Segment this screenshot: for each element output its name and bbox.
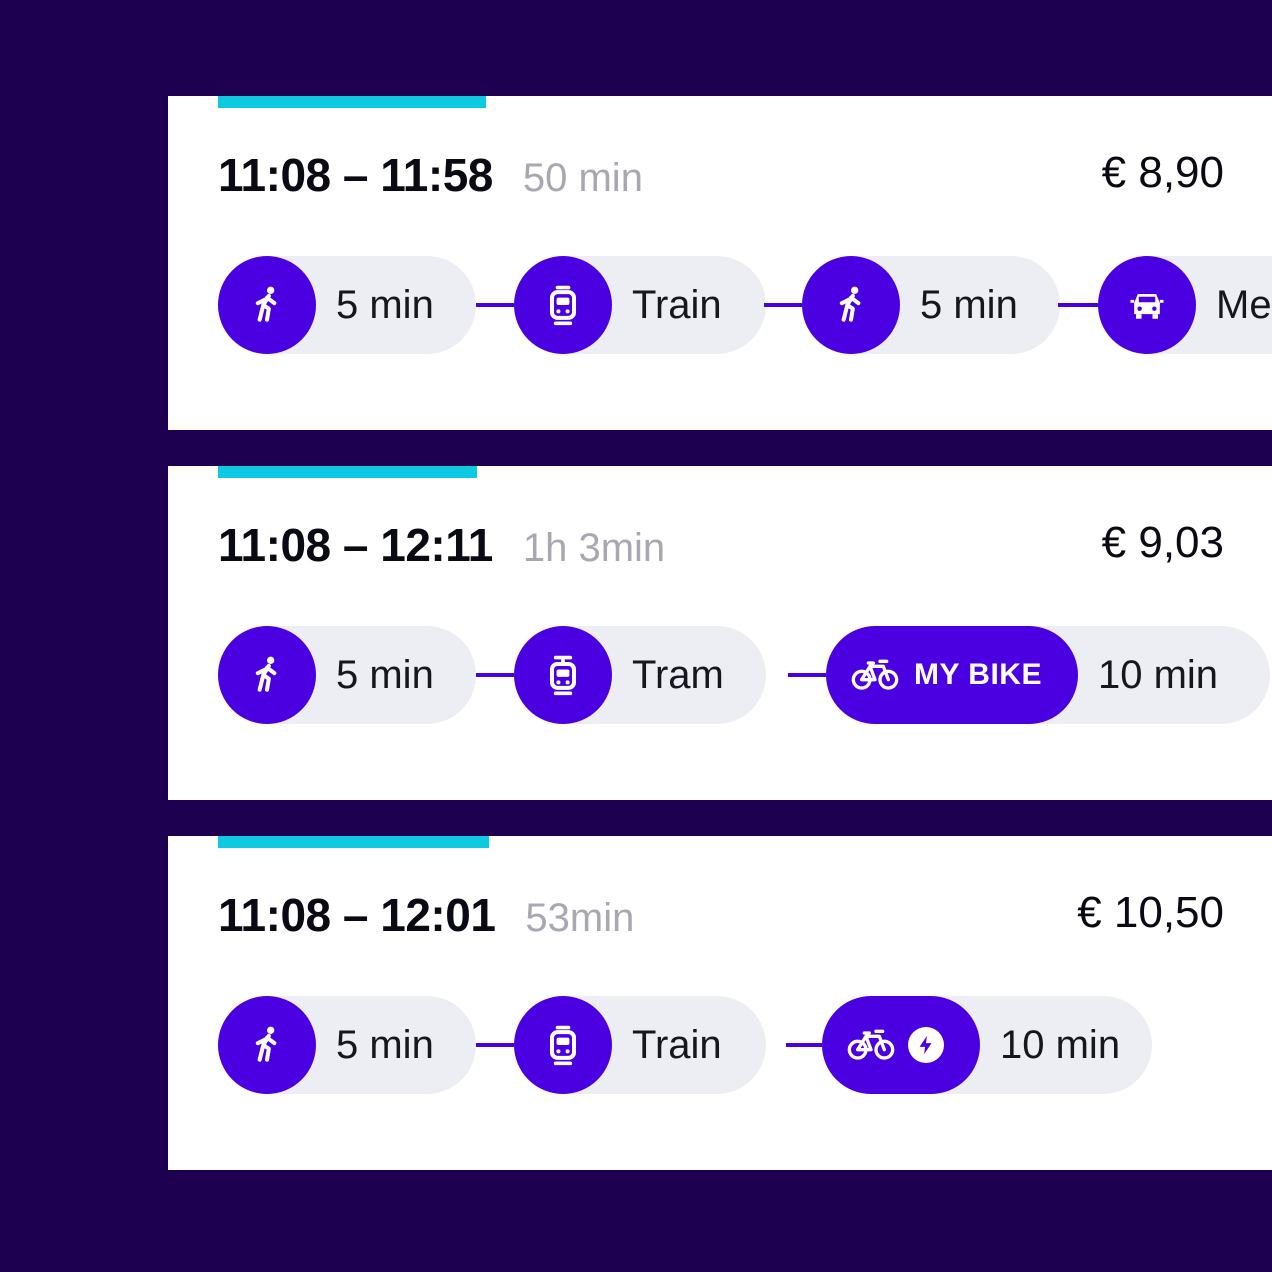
leg-ebike: 10 min: [822, 996, 1152, 1094]
leg-label: 5 min: [336, 1022, 434, 1067]
ebike-badge: [822, 996, 980, 1094]
leg-metro: Metro: [1098, 256, 1272, 354]
journey-card-1[interactable]: 11:08 – 11:58 50 min € 8,90 5 min Train …: [168, 96, 1272, 430]
leg-label: 5 min: [336, 282, 434, 327]
leg-connector: [764, 303, 804, 307]
leg-connector: [788, 673, 830, 677]
journey-card-2[interactable]: 11:08 – 12:11 1h 3min € 9,03 5 min Tram …: [168, 466, 1272, 800]
leg-walk: 5 min: [218, 996, 476, 1094]
time-range: 11:08 – 11:58: [218, 149, 493, 201]
bike-icon: [850, 653, 900, 698]
leg-label: Train: [632, 282, 722, 327]
bike-brand-badge: MY BIKE: [826, 626, 1078, 724]
journey-duration: 1h 3min: [522, 526, 666, 570]
walk-icon: [802, 256, 900, 354]
journey-times: 11:08 – 12:01 53min: [218, 888, 634, 948]
journey-duration: 53min: [525, 896, 635, 940]
leg-label: 5 min: [920, 282, 1018, 327]
time-range: 11:08 – 12:01: [218, 889, 496, 941]
tram-icon: [514, 626, 612, 724]
journey-legs: 5 min Train 5 min Metro: [218, 256, 1272, 354]
leg-walk: 5 min: [218, 256, 476, 354]
time-range: 11:08 – 12:11: [218, 519, 493, 571]
leg-connector: [1058, 303, 1100, 307]
bike-brand-label: MY BIKE: [914, 658, 1042, 691]
leg-label: 10 min: [1097, 652, 1219, 697]
leg-walk: 5 min: [218, 626, 476, 724]
journey-legs: 5 min Tram MY BIKE 10 min: [218, 626, 1272, 724]
leg-walk: 5 min: [802, 256, 1060, 354]
journey-times: 11:08 – 12:11 1h 3min: [218, 518, 665, 578]
walk-icon: [218, 996, 316, 1094]
lightning-bolt-icon: [908, 1027, 944, 1063]
journey-times: 11:08 – 11:58 50 min: [218, 148, 643, 208]
journey-duration: 50 min: [522, 156, 643, 200]
journey-price: € 9,03: [1101, 518, 1224, 567]
journey-card-3[interactable]: 11:08 – 12:01 53min € 10,50 5 min Train: [168, 836, 1272, 1170]
card-accent-bar: [218, 96, 486, 108]
leg-label: Train: [632, 1022, 722, 1067]
journey-legs: 5 min Train 10 min: [218, 996, 1272, 1094]
leg-label: Tram: [632, 652, 724, 697]
leg-train: Train: [514, 996, 766, 1094]
card-accent-bar: [218, 466, 477, 478]
walk-icon: [218, 626, 316, 724]
journey-price: € 8,90: [1101, 148, 1224, 197]
journey-price: € 10,50: [1077, 888, 1224, 937]
leg-connector: [476, 673, 516, 677]
car-icon: [1098, 256, 1196, 354]
leg-label: 10 min: [1000, 1022, 1121, 1067]
train-icon: [514, 256, 612, 354]
ebike-icon: [846, 1023, 896, 1068]
leg-train: Train: [514, 256, 766, 354]
leg-bike: MY BIKE 10 min: [826, 626, 1270, 724]
leg-label: Metro: [1216, 282, 1272, 327]
leg-connector: [476, 1043, 516, 1047]
walk-icon: [218, 256, 316, 354]
leg-tram: Tram: [514, 626, 766, 724]
card-accent-bar: [218, 836, 489, 848]
train-icon: [514, 996, 612, 1094]
leg-label: 5 min: [336, 652, 434, 697]
leg-connector: [476, 303, 516, 307]
